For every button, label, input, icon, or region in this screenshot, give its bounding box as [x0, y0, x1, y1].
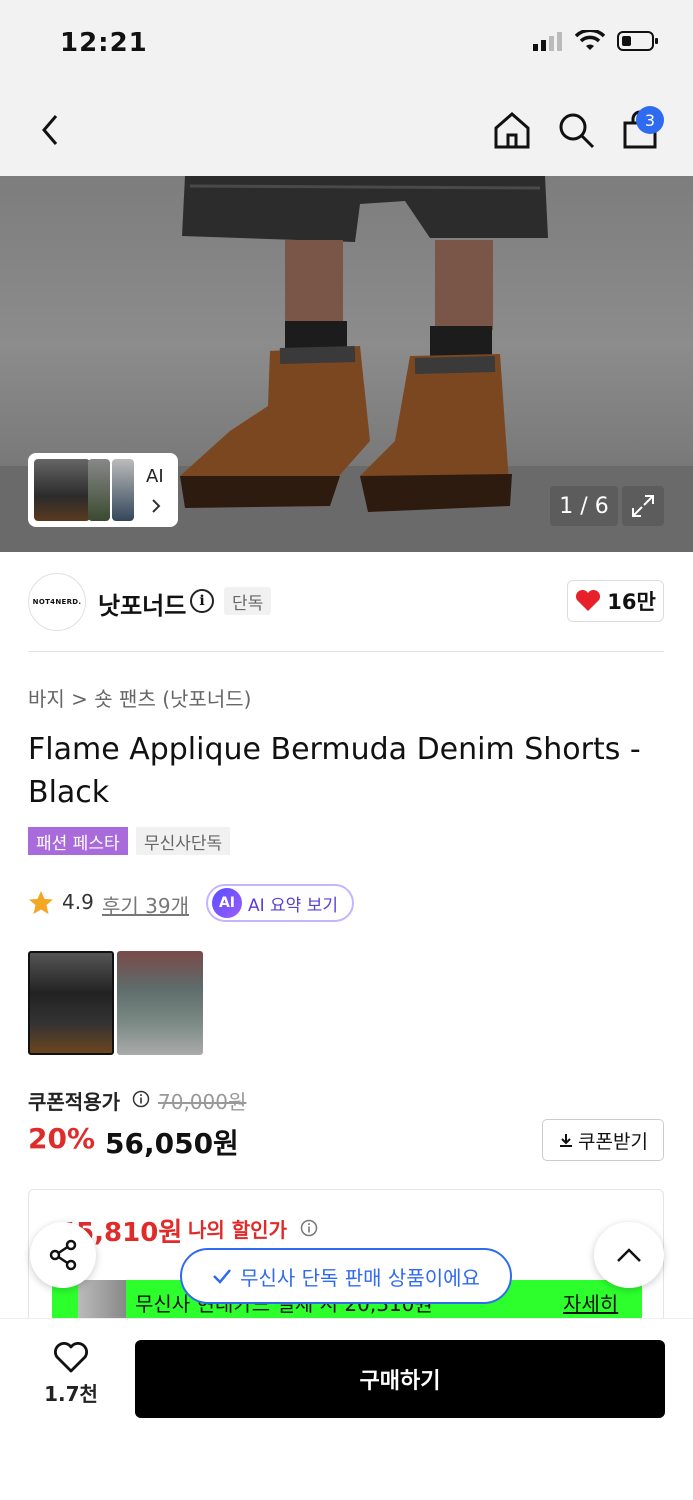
thumbnail-3: [112, 459, 134, 521]
share-button[interactable]: [30, 1222, 96, 1288]
my-discount-label: 나의 할인가: [188, 1218, 287, 1242]
final-price: 56,050원: [105, 1127, 239, 1160]
ai-summary-label: AI 요약 보기: [248, 895, 339, 916]
coupon-price-label: 쿠폰적용가: [28, 1090, 120, 1114]
status-icons: [533, 30, 659, 52]
signal-icon: [533, 32, 562, 51]
wishlist-button[interactable]: 1.7천: [36, 1342, 106, 1414]
musinsa-exclusive-tag: 무신사단독: [136, 827, 231, 855]
divider: [28, 651, 664, 652]
breadcrumb-separator: >: [71, 687, 95, 711]
ai-badge-icon: AI: [212, 888, 242, 918]
info-icon[interactable]: i: [190, 589, 214, 613]
chevron-up-icon: [617, 1248, 641, 1262]
search-button[interactable]: [554, 108, 598, 152]
check-icon: [213, 1269, 232, 1284]
home-button[interactable]: [490, 108, 534, 152]
original-price: 70,000원: [158, 1090, 247, 1114]
breadcrumb: 바지 > 숏 팬츠 (낫포너드): [28, 683, 251, 712]
fashion-festa-tag: 패션 페스타: [28, 827, 128, 855]
ai-summary-button[interactable]: AI AI 요약 보기: [206, 884, 354, 922]
share-icon: [49, 1239, 77, 1271]
cart-count-badge: 3: [636, 106, 664, 134]
ai-thumbnail-strip[interactable]: [28, 453, 178, 527]
brand-name[interactable]: 낫포너드: [98, 586, 186, 621]
discount-rate: 20%: [28, 1122, 96, 1155]
heart-filled-icon: [576, 590, 601, 611]
scroll-top-button[interactable]: [594, 1222, 664, 1288]
reviews-link[interactable]: 후기 39개: [102, 890, 189, 919]
buy-button[interactable]: 구매하기: [135, 1340, 665, 1418]
color-option-grey[interactable]: [117, 951, 203, 1055]
status-time: 12:21: [60, 28, 148, 58]
wishlist-count: 1.7천: [44, 1382, 98, 1406]
breadcrumb-category[interactable]: 바지: [28, 687, 65, 711]
image-counter: 1 / 6: [550, 486, 618, 526]
expand-button[interactable]: [622, 486, 664, 526]
exclusive-toast: 무신사 단독 판매 상품이에요: [180, 1248, 512, 1304]
brand-like-button[interactable]: 16만: [567, 580, 664, 622]
back-button[interactable]: [30, 108, 70, 152]
expand-icon: [632, 495, 654, 517]
toast-text: 무신사 단독 판매 상품이에요: [240, 1265, 480, 1290]
thumbnail-2: [88, 459, 110, 521]
download-icon: [560, 1134, 573, 1147]
info-icon[interactable]: [132, 1090, 150, 1108]
info-icon[interactable]: [300, 1219, 318, 1237]
card-promo-detail-link[interactable]: 자세히: [563, 1288, 618, 1317]
product-title: Flame Applique Bermuda Denim Shorts - Bl…: [28, 732, 641, 810]
home-icon: [494, 112, 530, 149]
battery-icon: [617, 31, 658, 51]
search-icon: [559, 113, 595, 149]
exclusive-tag: 단독: [224, 587, 272, 615]
breadcrumb-subcategory[interactable]: 숏 팬츠 (낫포너드): [94, 687, 251, 711]
star-icon: [29, 891, 53, 914]
chevron-left-icon: [42, 115, 58, 145]
card-image: [78, 1280, 126, 1320]
rating-value: 4.9: [62, 890, 94, 914]
get-coupon-button[interactable]: 쿠폰받기: [542, 1119, 664, 1161]
brand-like-count: 16만: [607, 590, 656, 614]
brand-logo[interactable]: NOT4NERD.: [28, 573, 86, 631]
ai-thumbnail-label: AI: [146, 466, 164, 487]
color-option-black[interactable]: [28, 951, 114, 1055]
wifi-icon: [575, 30, 605, 50]
thumbnail-1: [34, 459, 90, 521]
chevron-right-icon: [152, 499, 161, 513]
heart-outline-icon: [54, 1342, 88, 1373]
get-coupon-label: 쿠폰받기: [578, 1130, 648, 1153]
